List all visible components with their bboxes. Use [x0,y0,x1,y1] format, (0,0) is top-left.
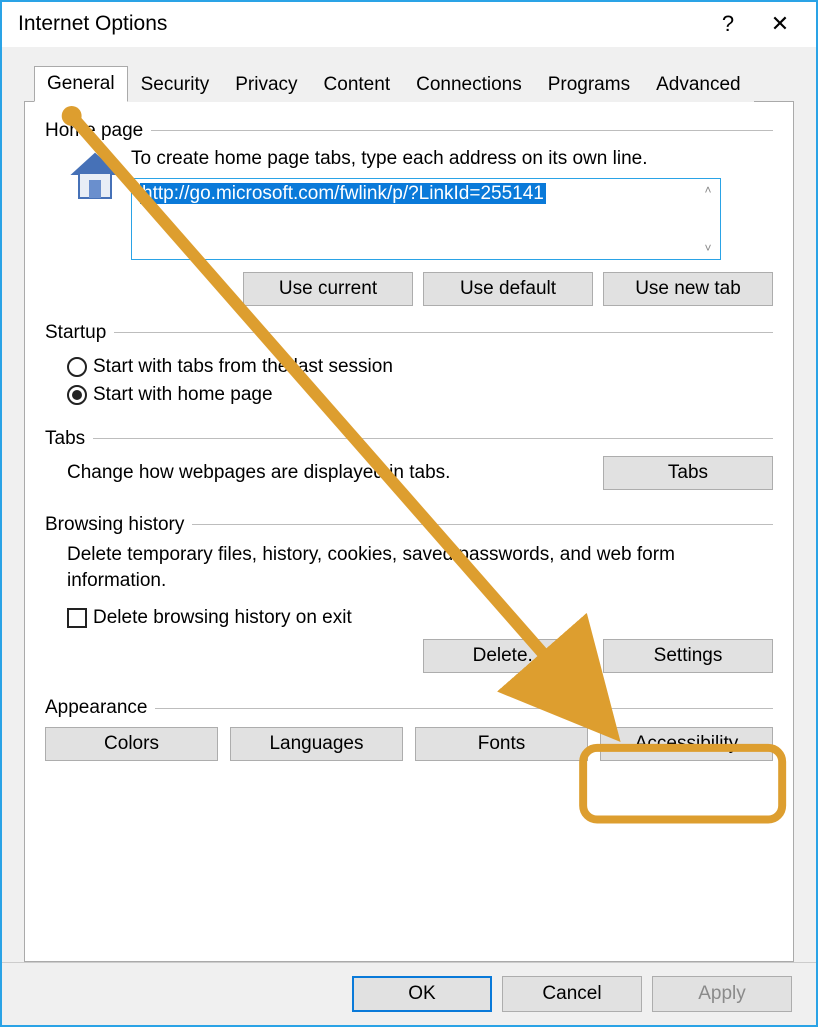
delete-button[interactable]: Delete... [423,639,593,673]
startup-option-home-page-label: Start with home page [93,384,273,406]
tabs-button[interactable]: Tabs [603,456,773,490]
startup-label: Startup [45,322,114,344]
checkbox-icon [67,608,87,628]
internet-options-window: Internet Options ? ✕ General Security Pr… [0,0,818,1027]
tab-security[interactable]: Security [128,67,223,102]
help-icon: ? [722,11,734,37]
tab-connections[interactable]: Connections [403,67,535,102]
home-page-label: Home page [45,120,151,142]
colors-button[interactable]: Colors [45,727,218,761]
tabs-group: Tabs Change how webpages are displayed i… [45,428,773,494]
browsing-history-group: Browsing history Delete temporary files,… [45,514,773,677]
tabs-label: Tabs [45,428,93,450]
tab-advanced[interactable]: Advanced [643,67,754,102]
tab-strip: General Security Privacy Content Connect… [24,65,794,102]
close-button[interactable]: ✕ [754,4,806,44]
use-current-button[interactable]: Use current [243,272,413,306]
startup-option-home-page[interactable]: Start with home page [67,384,773,406]
apply-button[interactable]: Apply [652,976,792,1012]
cancel-button[interactable]: Cancel [502,976,642,1012]
startup-group: Startup Start with tabs from the last se… [45,322,773,416]
browsing-history-description: Delete temporary files, history, cookies… [67,542,773,593]
languages-button[interactable]: Languages [230,727,403,761]
group-divider [151,130,773,131]
tab-programs[interactable]: Programs [535,67,643,102]
tab-content[interactable]: Content [311,67,404,102]
appearance-label: Appearance [45,697,155,719]
delete-on-exit-label: Delete browsing history on exit [93,607,352,629]
fonts-button[interactable]: Fonts [415,727,588,761]
group-divider [93,438,773,439]
tabs-description: Change how webpages are displayed in tab… [67,460,450,486]
window-title: Internet Options [18,12,702,36]
delete-on-exit-checkbox[interactable]: Delete browsing history on exit [67,607,773,629]
scroll-up-icon[interactable]: ˄ [700,181,716,199]
browsing-history-label: Browsing history [45,514,192,536]
titlebar: Internet Options ? ✕ [2,2,816,47]
home-page-address-box[interactable]: http://go.microsoft.com/fwlink/p/?LinkId… [131,178,721,260]
use-default-button[interactable]: Use default [423,272,593,306]
tab-privacy[interactable]: Privacy [222,67,310,102]
home-page-instruction: To create home page tabs, type each addr… [131,148,773,170]
general-panel: Home page To create home p [24,102,794,962]
dialog-footer: OK Cancel Apply [2,962,816,1025]
group-divider [114,332,773,333]
group-divider [192,524,773,525]
help-button[interactable]: ? [702,4,754,44]
content-area: General Security Privacy Content Connect… [2,47,816,962]
home-page-group: Home page To create home p [45,120,773,310]
use-new-tab-button[interactable]: Use new tab [603,272,773,306]
startup-option-last-session[interactable]: Start with tabs from the last session [67,356,773,378]
startup-option-last-session-label: Start with tabs from the last session [93,356,393,378]
group-divider [155,708,773,709]
scroll-down-icon[interactable]: ˅ [700,239,716,257]
radio-icon [67,357,87,377]
home-icon [67,148,123,204]
accessibility-button[interactable]: Accessibility [600,727,773,761]
close-icon: ✕ [771,11,789,37]
appearance-group: Appearance Colors Languages Fonts Access… [45,697,773,761]
ok-button[interactable]: OK [352,976,492,1012]
tab-general[interactable]: General [34,66,128,102]
settings-button[interactable]: Settings [603,639,773,673]
home-page-address: http://go.microsoft.com/fwlink/p/?LinkId… [140,183,546,204]
radio-icon [67,385,87,405]
